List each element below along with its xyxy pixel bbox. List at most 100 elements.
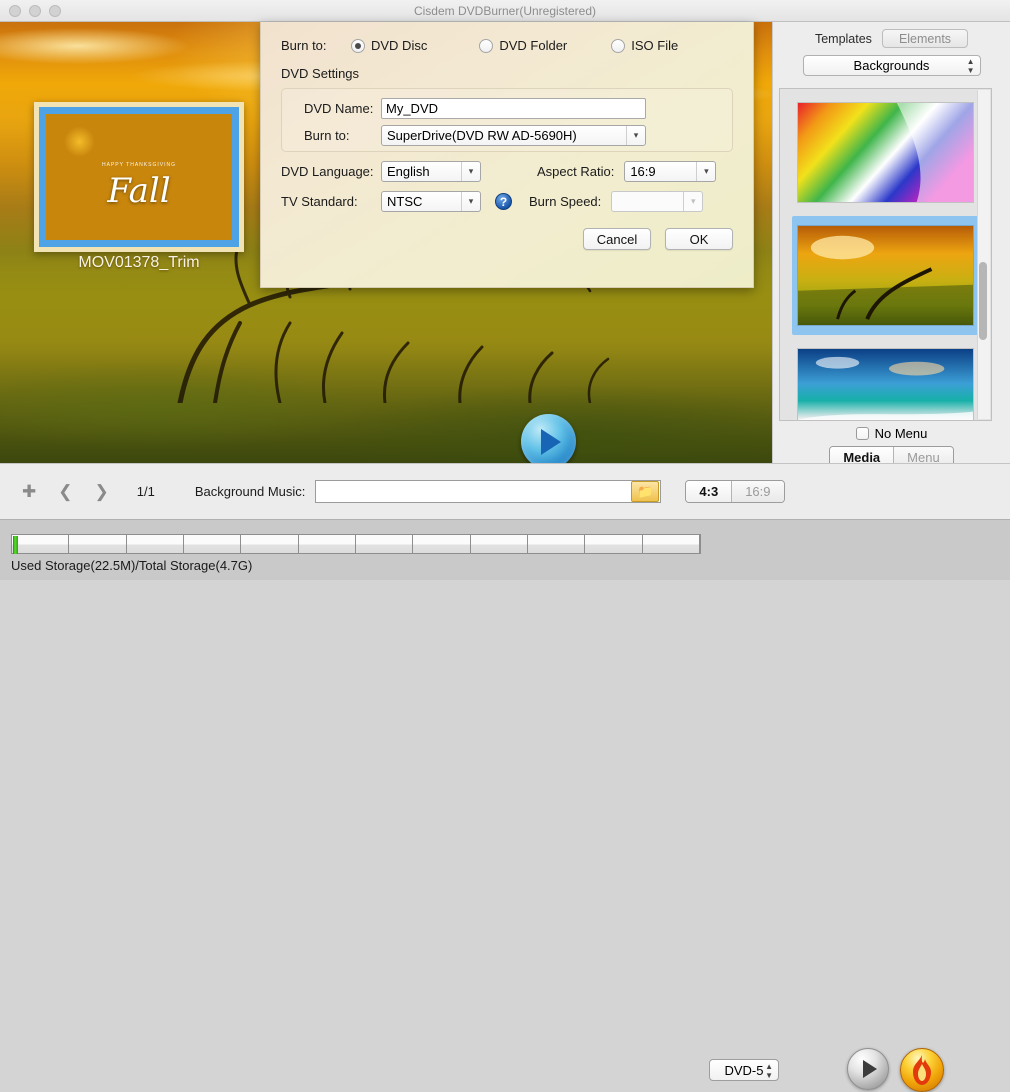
ok-button[interactable]: OK <box>665 228 733 250</box>
storage-segment <box>413 535 471 553</box>
radio-dvd-folder-indicator <box>479 38 494 53</box>
dvd-language-select[interactable]: English ▾ <box>381 161 481 182</box>
storage-segment <box>126 535 184 553</box>
tab-templates[interactable]: Templates <box>815 32 872 46</box>
tv-standard-label: TV Standard: <box>281 194 358 209</box>
tv-standard-value: NTSC <box>387 194 423 209</box>
previous-page-icon[interactable]: ❮ <box>58 482 72 502</box>
sidebar-scrollbar-thumb[interactable] <box>979 262 987 340</box>
burn-device-select[interactable]: SuperDrive(DVD RW AD-5690H) ▾ <box>381 125 646 146</box>
tab-elements[interactable]: Elements <box>881 29 969 48</box>
burn-button[interactable] <box>900 1048 944 1092</box>
template-category-select[interactable]: Backgrounds ▲ ▼ <box>802 55 981 76</box>
burn-to-label: Burn to: <box>281 38 327 53</box>
dvd-settings-heading: DVD Settings <box>281 66 360 81</box>
burn-settings-dialog: Burn to: DVD Disc DVD Folder ISO File DV… <box>260 22 754 288</box>
aspect-16-9-button[interactable]: 16:9 <box>731 481 784 502</box>
chevron-down-icon: ▾ <box>683 192 702 211</box>
burn-device-value: SuperDrive(DVD RW AD-5690H) <box>387 128 577 143</box>
storage-segment <box>183 535 242 553</box>
page-indicator: 1/1 <box>136 484 155 499</box>
template-thumb-rainbow[interactable] <box>792 93 979 212</box>
language-aspect-row: DVD Language: English ▾ Aspect Ratio: 16… <box>261 152 753 182</box>
no-menu-checkbox[interactable] <box>855 427 869 440</box>
radio-dvd-disc-indicator <box>351 38 365 53</box>
sidebar-tabs: Templates Elements <box>773 22 1010 48</box>
template-thumb-beach-waterfall[interactable] <box>792 339 979 420</box>
radio-iso-file[interactable]: ISO File <box>611 38 678 53</box>
preview-play-button[interactable] <box>847 1048 889 1090</box>
burn-target-row: Burn to: DVD Disc DVD Folder ISO File <box>261 22 753 53</box>
aspect-ratio-select[interactable]: 16:9 ▾ <box>624 161 717 182</box>
help-icon[interactable]: ? <box>495 193 512 210</box>
dvd-name-label: DVD Name: <box>304 101 374 116</box>
storage-segment <box>69 535 127 553</box>
dvd-name-input[interactable] <box>381 98 646 119</box>
menu-thumbnail-stamp[interactable]: HAPPY THANKSGIVING Fall <box>34 102 244 252</box>
disc-type-select[interactable]: DVD-5 ▲ ▼ <box>709 1059 779 1081</box>
preview-play-icon[interactable] <box>521 414 576 463</box>
storage-segment <box>470 535 528 553</box>
template-category-value: Backgrounds <box>853 58 930 73</box>
burn-device-label: Burn to: <box>304 128 350 143</box>
chevron-down-icon: ▾ <box>696 162 715 181</box>
storage-segment <box>355 535 414 553</box>
radio-iso-file-label: ISO File <box>631 38 679 53</box>
sidebar-scrollbar-track[interactable] <box>977 90 990 419</box>
next-page-icon[interactable]: ❯ <box>95 482 109 502</box>
flame-icon <box>913 1055 931 1085</box>
dvd-language-value: English <box>387 164 430 179</box>
aspect-ratio-value: 16:9 <box>630 164 656 179</box>
background-music-label: Background Music: <box>194 484 306 499</box>
tv-standard-select[interactable]: NTSC ▾ <box>381 191 481 212</box>
bottom-toolbar: ✚ ❮ ❯ 1/1 Background Music: 📁 4:3 16:9 <box>0 463 1010 519</box>
templates-sidebar: Templates Elements Backgrounds ▲ ▼ No Me… <box>772 22 1010 469</box>
storage-segment <box>642 535 700 553</box>
burn-speed-label: Burn Speed: <box>529 194 602 209</box>
chevron-down-icon: ▾ <box>461 192 480 211</box>
storage-segment <box>527 535 586 553</box>
sunset-tree-background-icon <box>797 225 974 326</box>
storage-label: Used Storage(22.5M)/Total Storage(4.7G) <box>11 558 253 573</box>
dvd-language-label: DVD Language: <box>281 164 374 179</box>
storage-segment <box>12 535 70 553</box>
disc-type-value: DVD-5 <box>724 1062 764 1078</box>
thumbnail-overline: HAPPY THANKSGIVING <box>102 161 176 168</box>
radio-dvd-folder-label: DVD Folder <box>499 38 568 53</box>
radio-dvd-folder[interactable]: DVD Folder <box>479 38 567 53</box>
folder-icon[interactable]: 📁 <box>631 481 660 502</box>
thumbnail-title: Fall <box>107 170 171 211</box>
cancel-button[interactable]: Cancel <box>583 228 651 250</box>
beach-waterfall-background-icon <box>797 348 974 420</box>
radio-iso-file-indicator <box>611 38 626 53</box>
template-thumb-sunset-tree[interactable] <box>792 216 979 335</box>
dialog-button-row: Cancel OK <box>261 212 753 250</box>
aspect-4-3-button[interactable]: 4:3 <box>686 481 732 502</box>
aspect-ratio-switch: 4:3 16:9 <box>685 480 785 503</box>
storage-segment <box>585 535 643 553</box>
radio-dvd-disc-label: DVD Disc <box>371 38 428 53</box>
stepper-icon: ▲ ▼ <box>765 1062 773 1080</box>
chevron-down-icon: ▾ <box>626 126 645 145</box>
template-thumbnail-list[interactable] <box>779 88 992 421</box>
background-music-input[interactable] <box>316 482 632 501</box>
status-bar: Used Storage(22.5M)/Total Storage(4.7G) … <box>0 519 1010 1092</box>
storage-segment <box>241 535 299 553</box>
burn-speed-select[interactable]: ▾ <box>611 191 704 212</box>
dvd-settings-group: DVD Name: Burn to: SuperDrive(DVD RW AD-… <box>281 88 733 152</box>
storage-meter <box>11 534 701 554</box>
stepper-icon: ▲ ▼ <box>966 57 975 75</box>
thumbnail-caption[interactable]: MOV01378_Trim <box>34 254 244 272</box>
no-menu-row: No Menu <box>773 426 1010 441</box>
window-title: Cisdem DVDBurner(Unregistered) <box>413 3 597 18</box>
play-triangle-icon <box>541 428 561 455</box>
storage-segment <box>298 535 356 553</box>
radio-dvd-disc[interactable]: DVD Disc <box>351 38 427 53</box>
no-menu-label: No Menu <box>874 426 928 441</box>
background-music-field[interactable]: 📁 <box>315 480 662 503</box>
window-titlebar: Cisdem DVDBurner(Unregistered) <box>0 0 1010 22</box>
chevron-down-icon: ▾ <box>461 162 480 181</box>
thumbnail-image: HAPPY THANKSGIVING Fall <box>39 107 239 247</box>
aspect-ratio-label: Aspect Ratio: <box>537 164 615 179</box>
add-chapter-icon[interactable]: ✚ <box>22 482 36 502</box>
